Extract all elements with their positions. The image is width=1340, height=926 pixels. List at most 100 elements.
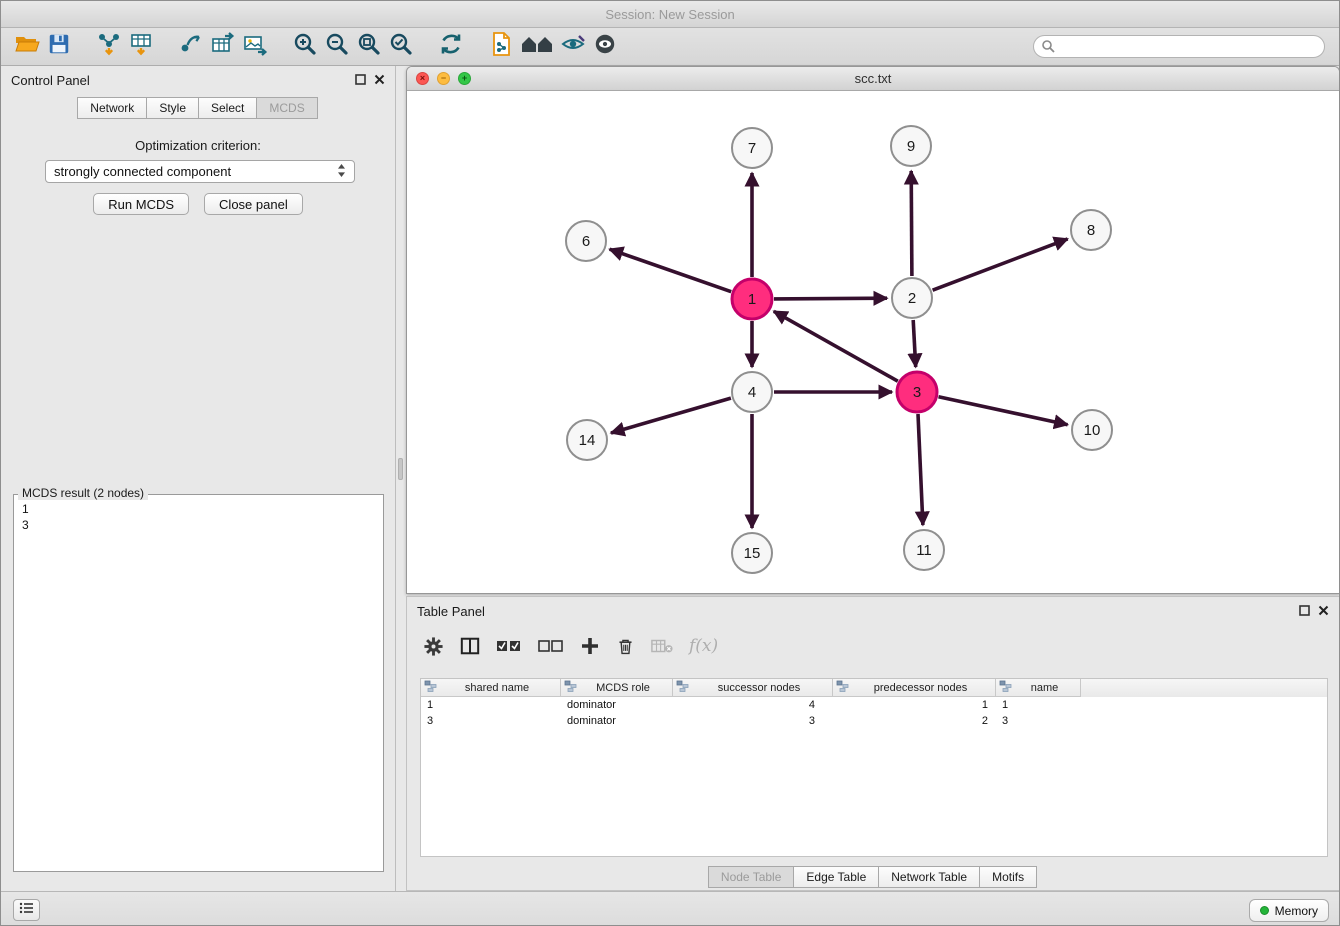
export-image-button[interactable] <box>239 32 271 62</box>
graph-edge-3-11[interactable] <box>918 414 923 525</box>
table-cell[interactable]: 3 <box>421 715 561 727</box>
settings-gear-icon[interactable] <box>423 636 444 657</box>
optimization-dropdown-value: strongly connected component <box>54 164 231 179</box>
float-panel-icon[interactable] <box>1299 604 1310 619</box>
graph-edge-1-6[interactable] <box>610 249 732 292</box>
unselect-all-columns-icon[interactable] <box>538 638 564 654</box>
graph-edge-2-3[interactable] <box>913 320 916 367</box>
column-header-mcds-role[interactable]: MCDS role <box>561 679 673 697</box>
apply-layout-button[interactable] <box>435 32 467 62</box>
panel-splitter[interactable] <box>396 66 406 891</box>
graph-node-7[interactable]: 7 <box>732 128 772 168</box>
mcds-result-lines: 13 <box>14 495 383 539</box>
graph-edge-2-8[interactable] <box>933 239 1068 290</box>
graph-edge-2-9[interactable] <box>911 171 912 276</box>
control-tab-mcds[interactable]: MCDS <box>256 97 317 119</box>
import-network-button[interactable] <box>93 32 125 62</box>
table-cell[interactable]: 3 <box>673 715 833 727</box>
graph-edge-3-10[interactable] <box>939 397 1068 425</box>
control-tab-select[interactable]: Select <box>198 97 257 119</box>
delete-table-icon[interactable] <box>651 638 673 654</box>
graph-node-6[interactable]: 6 <box>566 221 606 261</box>
graph-node-14[interactable]: 14 <box>567 420 607 460</box>
column-header-name[interactable]: name <box>996 679 1081 697</box>
import-table-icon <box>128 31 154 62</box>
graph-node-3[interactable]: 3 <box>897 372 937 412</box>
window-minimize-icon[interactable]: − <box>437 72 450 85</box>
export-table-button[interactable] <box>207 32 239 62</box>
run-mcds-button[interactable]: Run MCDS <box>93 193 189 215</box>
graph-edge-4-14[interactable] <box>611 398 731 433</box>
window-zoom-icon[interactable]: + <box>458 72 471 85</box>
graph-node-1[interactable]: 1 <box>732 279 772 319</box>
table-cell[interactable]: 1 <box>421 699 561 711</box>
table-cell[interactable]: 4 <box>673 699 833 711</box>
graph-node-11[interactable]: 11 <box>904 530 944 570</box>
table-cell[interactable]: 1 <box>996 699 1081 711</box>
table-cell[interactable]: 1 <box>833 699 996 711</box>
zoom-fit-button[interactable] <box>353 32 385 62</box>
import-table-button[interactable] <box>125 32 157 62</box>
task-history-button[interactable] <box>13 899 40 921</box>
zoom-out-button[interactable] <box>321 32 353 62</box>
show-columns-icon[interactable] <box>460 636 480 656</box>
window-close-icon[interactable]: × <box>416 72 429 85</box>
graph-edge-3-1[interactable] <box>774 311 898 381</box>
toolbar-separator <box>467 46 485 47</box>
graph-node-2[interactable]: 2 <box>892 278 932 318</box>
network-window-titlebar[interactable]: scc.txt × − + <box>407 67 1339 91</box>
delete-columns-icon[interactable] <box>616 636 635 657</box>
export-network-button[interactable] <box>175 32 207 62</box>
column-header-successor-nodes[interactable]: successor nodes <box>673 679 833 697</box>
function-builder-icon[interactable]: f(x) <box>689 636 718 656</box>
zoom-selected-icon <box>388 31 414 62</box>
table-cell[interactable]: 2 <box>833 715 996 727</box>
select-all-columns-icon[interactable] <box>496 638 522 654</box>
table-tab-motifs[interactable]: Motifs <box>979 866 1037 888</box>
open-session-button[interactable] <box>11 32 43 62</box>
table-row[interactable]: 3dominator323 <box>421 713 1327 729</box>
save-session-button[interactable] <box>43 32 75 62</box>
optimization-dropdown[interactable]: strongly connected component <box>45 160 355 183</box>
add-column-icon[interactable] <box>580 636 600 656</box>
control-tab-network[interactable]: Network <box>77 97 147 119</box>
graph-edge-1-2[interactable] <box>774 298 887 299</box>
mcds-result-line: 3 <box>22 517 375 533</box>
table-cell[interactable]: 3 <box>996 715 1081 727</box>
column-type-icon <box>424 679 437 697</box>
table-cell[interactable]: dominator <box>561 699 673 711</box>
search-input[interactable] <box>1033 35 1325 58</box>
splitter-grip-icon[interactable] <box>398 458 403 480</box>
table-tab-network-table[interactable]: Network Table <box>878 866 980 888</box>
graphics-details-button[interactable] <box>557 32 589 62</box>
close-panel-icon[interactable] <box>1318 604 1329 619</box>
first-neighbors-button[interactable] <box>517 32 557 62</box>
zoom-fit-icon <box>356 31 382 62</box>
network-canvas[interactable]: 7 9 6 8 1 2 4 3 14 10 15 11 <box>407 91 1339 594</box>
table-tab-edge-table[interactable]: Edge Table <box>793 866 879 888</box>
zoom-in-icon <box>292 31 318 62</box>
column-header-predecessor-nodes[interactable]: predecessor nodes <box>833 679 996 697</box>
float-panel-icon[interactable] <box>355 73 366 88</box>
graph-node-10[interactable]: 10 <box>1072 410 1112 450</box>
zoom-selected-button[interactable] <box>385 32 417 62</box>
birdseye-view-button[interactable] <box>589 32 621 62</box>
table-tab-node-table[interactable]: Node Table <box>708 866 795 888</box>
zoom-in-button[interactable] <box>289 32 321 62</box>
network-window: scc.txt × − + 7 9 6 8 1 2 4 3 14 10 15 11 <box>406 66 1340 594</box>
control-tab-style[interactable]: Style <box>146 97 199 119</box>
network-file-button[interactable] <box>485 32 517 62</box>
table-toolbar: f(x) <box>423 629 718 663</box>
close-panel-icon[interactable] <box>374 73 385 88</box>
window-titlebar[interactable]: Session: New Session <box>1 1 1339 28</box>
memory-button[interactable]: Memory <box>1249 899 1329 922</box>
close-panel-button[interactable]: Close panel <box>204 193 303 215</box>
graph-node-label: 2 <box>908 290 916 307</box>
graph-node-4[interactable]: 4 <box>732 372 772 412</box>
table-cell[interactable]: dominator <box>561 715 673 727</box>
column-header-shared-name[interactable]: shared name <box>421 679 561 697</box>
graph-node-8[interactable]: 8 <box>1071 210 1111 250</box>
graph-node-15[interactable]: 15 <box>732 533 772 573</box>
graph-node-9[interactable]: 9 <box>891 126 931 166</box>
table-row[interactable]: 1dominator411 <box>421 697 1327 713</box>
